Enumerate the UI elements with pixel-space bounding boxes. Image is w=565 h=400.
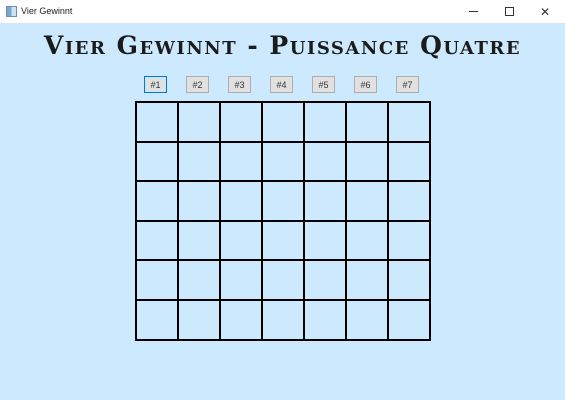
board-cell [303,101,347,143]
board-cell [345,219,389,262]
board-cell [177,299,221,341]
board-cell [177,219,221,262]
board-cell [345,140,389,183]
column-button-3[interactable]: #3 [228,76,251,93]
minimize-icon [468,11,478,12]
board-cell [177,180,221,222]
board-cell [261,219,305,262]
game-area: Vier Gewinnt - Puissance Quatre #1 #2 #3… [0,23,565,400]
window-title: Vier Gewinnt [21,6,73,16]
maximize-button[interactable] [492,0,526,23]
board-cell [177,140,221,183]
board-cell [345,299,389,341]
column-button-5[interactable]: #5 [312,76,335,93]
board-cell [219,140,263,183]
close-button[interactable]: ✕ [528,0,562,23]
maximize-icon [504,7,514,16]
window-titlebar: Vier Gewinnt ✕ [0,0,565,23]
column-button-4[interactable]: #4 [270,76,293,93]
board-cell [261,140,305,183]
board-cell [303,180,347,222]
board-cell [387,140,431,183]
board-cell [219,180,263,222]
board-cell [345,101,389,143]
board-cell [261,101,305,143]
board-cell [177,259,221,301]
column-button-7[interactable]: #7 [396,76,419,93]
board-cell [387,101,431,143]
board-cell [303,299,347,341]
board-cell [261,180,305,222]
board-cell [135,299,179,341]
board-cell [303,259,347,301]
board-cell [135,140,179,183]
board-cell [261,259,305,301]
board-cell [261,299,305,341]
board-cell [303,219,347,262]
board-cell [219,299,263,341]
column-button-2[interactable]: #2 [186,76,209,93]
board-cell [219,219,263,262]
game-board [135,101,431,341]
board-cell [345,259,389,301]
board-cell [135,101,179,143]
column-button-bar: #1 #2 #3 #4 #5 #6 #7 [144,76,434,95]
board-cell [387,259,431,301]
board-cell [219,259,263,301]
board-cell [345,180,389,222]
board-cell [135,180,179,222]
board-cell [135,259,179,301]
board-cell [177,101,221,143]
column-button-6[interactable]: #6 [354,76,377,93]
game-title: Vier Gewinnt - Puissance Quatre [43,31,522,60]
board-cell [387,299,431,341]
board-cell [135,219,179,262]
board-cell [303,140,347,183]
minimize-button[interactable] [456,0,490,23]
close-icon: ✕ [539,4,551,19]
app-icon [6,6,17,17]
column-button-1[interactable]: #1 [144,76,167,93]
board-cell [387,219,431,262]
board-cell [387,180,431,222]
board-cell [219,101,263,143]
